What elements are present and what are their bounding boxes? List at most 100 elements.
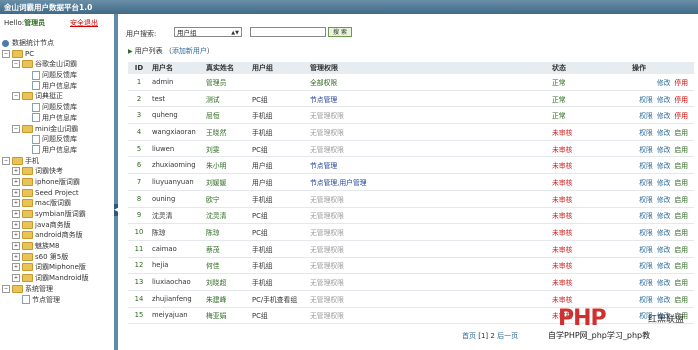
tree-node[interactable]: + symbian版词霸	[2, 209, 114, 220]
action-link[interactable]: 启用	[674, 246, 688, 254]
add-user-link[interactable]: 添加新用户	[172, 47, 207, 55]
tree-node[interactable]: + java商务版	[2, 220, 114, 231]
expand-toggle-icon[interactable]: +	[12, 263, 20, 272]
tree-node[interactable]: − 系统管理	[2, 284, 114, 295]
expand-toggle-icon[interactable]: +	[12, 199, 20, 208]
tree-node[interactable]: − 手机	[2, 156, 114, 167]
action-link[interactable]: 修改	[657, 112, 671, 120]
expand-toggle-icon[interactable]: +	[12, 274, 20, 283]
tree-node[interactable]: + mac版词霸	[2, 198, 114, 209]
expand-toggle-icon[interactable]: +	[12, 220, 20, 229]
action-link[interactable]: 权限	[639, 129, 653, 137]
collapse-toggle-icon[interactable]: −	[12, 92, 20, 101]
collapse-toggle-icon[interactable]: −	[12, 124, 20, 133]
expand-toggle-icon[interactable]: +	[12, 242, 20, 251]
tree-node[interactable]: 节点管理	[2, 295, 114, 306]
action-link[interactable]: 修改	[657, 212, 671, 220]
collapse-toggle-icon[interactable]: −	[12, 60, 20, 69]
action-link[interactable]: 修改	[657, 129, 671, 137]
collapse-toggle-icon[interactable]: −	[2, 49, 10, 58]
expand-toggle-icon[interactable]: +	[12, 252, 20, 261]
tree-node[interactable]: + 魅族M8	[2, 241, 114, 252]
action-link[interactable]: 修改	[657, 179, 671, 187]
action-link[interactable]: 停用	[674, 112, 688, 120]
expand-toggle-icon[interactable]: +	[12, 188, 20, 197]
action-link[interactable]: 权限	[639, 162, 653, 170]
expand-toggle-icon[interactable]: +	[12, 210, 20, 218]
search-button[interactable]: 搜 索	[328, 27, 352, 37]
action-link[interactable]: 权限	[639, 296, 653, 304]
action-link[interactable]: 修改	[657, 279, 671, 287]
cell-realname: 梅亚娟	[204, 307, 250, 325]
action-link[interactable]: 启用	[674, 262, 688, 270]
action-link[interactable]: 启用	[674, 179, 688, 187]
action-link[interactable]: 启用	[674, 296, 688, 304]
action-link[interactable]: 修改	[657, 96, 671, 104]
action-link[interactable]: 修改	[657, 262, 671, 270]
page-numbers[interactable]: [1] 2	[478, 332, 495, 340]
action-link[interactable]: 权限	[639, 279, 653, 287]
action-link[interactable]: 修改	[657, 246, 671, 254]
action-link[interactable]: 启用	[674, 162, 688, 170]
expand-toggle-icon[interactable]: +	[12, 177, 20, 186]
action-link[interactable]: 权限	[639, 246, 653, 254]
first-page-link[interactable]: 首页	[462, 332, 476, 340]
action-link[interactable]: 权限	[639, 229, 653, 237]
tree-node[interactable]: 用户信息库	[2, 113, 114, 124]
action-link[interactable]: 启用	[674, 196, 688, 204]
tree-node[interactable]: + android商务版	[2, 230, 114, 241]
action-link[interactable]: 权限	[639, 212, 653, 220]
tree-node[interactable]: 问题反馈库	[2, 134, 114, 145]
tree-node[interactable]: + iphone版词霸	[2, 177, 114, 188]
tree-node[interactable]: + s60 第5版	[2, 252, 114, 263]
collapse-toggle-icon[interactable]: −	[2, 156, 10, 165]
collapse-arrow-icon[interactable]: ◀	[114, 204, 118, 216]
expand-toggle-icon[interactable]: +	[12, 167, 20, 176]
tree-node[interactable]: 问题反馈库	[2, 70, 114, 81]
tree-node[interactable]: 用户信息库	[2, 145, 114, 156]
collapse-toggle-icon[interactable]: −	[2, 284, 10, 293]
expand-toggle-icon[interactable]: +	[12, 231, 20, 240]
cell-username: liuwen	[150, 140, 204, 158]
action-link[interactable]: 权限	[639, 262, 653, 270]
tree-node[interactable]: − 词典挺正	[2, 91, 114, 102]
tree-node[interactable]: + 词霸快考	[2, 166, 114, 177]
action-link[interactable]: 修改	[657, 196, 671, 204]
panel-splitter[interactable]: ◀	[114, 14, 118, 350]
folder-icon	[22, 210, 33, 218]
folder-icon	[22, 177, 33, 186]
action-link[interactable]: 修改	[657, 146, 671, 154]
action-link[interactable]: 权限	[639, 96, 653, 104]
tree-node-label: 用户信息库	[42, 145, 77, 154]
action-link[interactable]: 权限	[639, 146, 653, 154]
action-link[interactable]: 权限	[639, 196, 653, 204]
action-link[interactable]: 权限	[639, 112, 653, 120]
action-link[interactable]: 修改	[657, 229, 671, 237]
action-link[interactable]: 启用	[674, 279, 688, 287]
tree-node[interactable]: − 谷歌金山词霸	[2, 59, 114, 70]
tree-node[interactable]: + 词霸Miphone版	[2, 262, 114, 273]
tree-node[interactable]: − mini金山词霸	[2, 124, 114, 135]
tree-node[interactable]: 问题反馈库	[2, 102, 114, 113]
action-link[interactable]: 修改	[657, 296, 671, 304]
tree-node[interactable]: 用户信息库	[2, 81, 114, 92]
search-input[interactable]	[250, 27, 326, 37]
tree-node[interactable]: + Seed Project	[2, 188, 114, 199]
next-page-link[interactable]: 后一页	[497, 332, 518, 340]
tree-node-label: java商务版	[35, 220, 71, 229]
action-link[interactable]: 停用	[674, 96, 688, 104]
action-link[interactable]: 修改	[657, 79, 671, 87]
action-link[interactable]: 修改	[657, 162, 671, 170]
logout-link[interactable]: 安全退出	[70, 18, 98, 28]
tree-node[interactable]: + 词霸Mandroid版	[2, 273, 114, 284]
action-link[interactable]: 启用	[674, 229, 688, 237]
action-link[interactable]: 启用	[674, 212, 688, 220]
action-link[interactable]: 停用	[674, 79, 688, 87]
tree-node[interactable]: 数据统计节点	[2, 38, 114, 49]
action-link[interactable]: 启用	[674, 146, 688, 154]
action-link[interactable]: 权限	[639, 179, 653, 187]
tree-node[interactable]: − PC	[2, 49, 114, 60]
list-header: ▶ 用户列表 （添加新用户）	[128, 46, 214, 56]
group-select[interactable]: 用户组 ▲▼	[174, 27, 242, 37]
action-link[interactable]: 启用	[674, 129, 688, 137]
